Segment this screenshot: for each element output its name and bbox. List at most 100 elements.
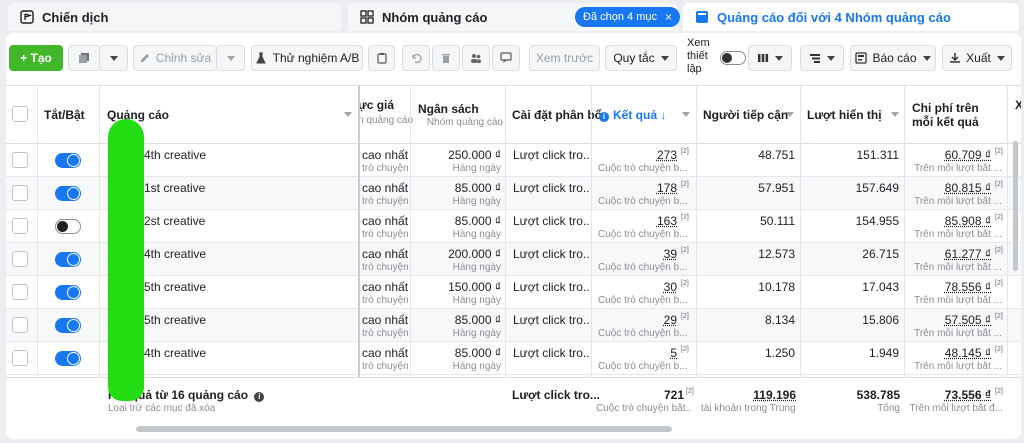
cost-per-result[interactable]: 57.505 ₫ [908,313,991,327]
results-sub: Cuộc trò chuyện b... [598,295,688,306]
ad-toggle-switch[interactable] [55,186,81,201]
ads-panel: + Tạo Chỉnh sửa Thử nghiệm A/B Xem trước… [6,33,1021,439]
ad-name[interactable]: 4th creative [144,148,206,162]
results[interactable]: 163 [598,214,677,228]
col-impressions[interactable]: Lượt hiển thị [807,108,882,122]
row-checkbox[interactable] [12,350,28,366]
columns-icon [758,54,769,62]
table-row[interactable]: 4th creative cao nhất trò chuyện 85.000 ₫ Hà… [6,342,1021,375]
impressions: 1.949 [868,346,899,360]
ad-toggle-switch[interactable] [55,285,81,300]
cost-per-result[interactable]: 61.277 ₫ [908,247,991,261]
budget: 85.000 ₫ [454,181,501,195]
edit-dropdown[interactable] [216,45,245,71]
reports-button[interactable]: Báo cáo [850,45,936,71]
divider [410,86,411,376]
totals-reach[interactable]: 119.196 [701,388,796,402]
select-all-checkbox[interactable] [12,106,28,122]
col-delivery[interactable]: Cài đặt phân bổ [512,108,602,122]
cost-per-result[interactable]: 85.908 ₫ [908,214,991,228]
ad-name[interactable]: 4th creative [144,346,206,360]
breakdown-button[interactable] [800,45,844,71]
audience-button[interactable] [462,45,490,71]
row-checkbox[interactable] [12,251,28,267]
bid-strategy-sub: trò chuyện [362,262,409,273]
col-ad[interactable]: Quảng cáo [107,108,169,122]
horizontal-scrollbar[interactable] [136,426,672,432]
close-icon[interactable]: × [665,10,672,24]
row-checkbox[interactable] [12,317,28,333]
row-checkbox[interactable] [12,152,28,168]
columns-button[interactable] [748,45,792,71]
ad-name[interactable]: 1st creative [144,181,205,195]
selection-chip[interactable]: Đã chọn 4 mục × [575,7,680,27]
totals-cost-sub: Trên mỗi lượt bắt đ... [909,403,1003,414]
cost-sub: Trên mỗi lượt bắt ... [914,229,1002,240]
cost-sub: Trên mỗi lượt bắt ... [914,196,1002,207]
col-cost[interactable]: Chi phí trên mỗi kết quả [912,101,998,129]
impressions: 17.043 [862,280,899,294]
edit-button[interactable]: Chỉnh sửa [133,45,217,71]
delete-button[interactable] [432,45,460,71]
table-row[interactable]: 4th creative cao nhất trò chuyện 250.000 ₫ H… [6,144,1021,177]
duplicate-dropdown[interactable] [99,45,128,71]
sort-icon[interactable] [891,112,899,120]
results[interactable]: 273 [598,148,677,162]
rules-button[interactable]: Quy tắc [605,45,677,71]
col-results[interactable]: i Kết quả ↓ [599,108,666,122]
ad-toggle-switch[interactable] [55,318,81,333]
cost-per-result[interactable]: 60.709 ₫ [908,148,991,162]
row-checkbox[interactable] [12,284,28,300]
ab-test-button[interactable]: Thử nghiệm A/B [251,45,363,71]
cost-per-result[interactable]: 48.145 ₫ [908,346,991,360]
col-toggle[interactable]: Tắt/Bật [44,108,85,122]
cost-per-result[interactable]: 80.815 ₫ [908,181,991,195]
info-icon[interactable]: i [254,392,265,402]
ad-toggle-switch[interactable] [55,252,81,267]
ad-toggle-switch[interactable] [55,351,81,366]
tab-ads[interactable]: Quảng cáo đối với 4 Nhóm quảng cáo [683,3,1019,31]
col-bid[interactable]: ực giá [358,98,394,112]
ad-toggle-switch[interactable] [55,153,81,168]
comment-edit-icon [500,52,512,63]
create-button[interactable]: + Tạo [9,45,63,71]
sort-icon[interactable] [682,112,690,120]
reach: 1.250 [764,346,795,360]
results[interactable]: 5 [598,346,677,360]
row-checkbox[interactable] [12,218,28,234]
impressions: 15.806 [862,313,899,327]
export-button[interactable]: Xuất [942,45,1012,71]
chevron-down-icon [660,55,669,61]
duplicate-button[interactable] [68,45,100,71]
table-row[interactable]: 5th creative cao nhất trò chuyện 150.000 ₫ H… [6,276,1021,309]
results[interactable]: 30 [598,280,677,294]
view-setup-toggle[interactable] [720,51,746,65]
tag-button[interactable] [492,45,520,71]
ad-toggle-switch[interactable] [55,219,81,234]
ad-name[interactable]: 2st creative [144,214,205,228]
table-row[interactable]: 5th creative cao nhất trò chuyện 85.000 ₫ Hà… [6,309,1021,342]
ad-name[interactable]: 5th creative [144,313,206,327]
tab-campaigns[interactable]: Chiến dịch [8,3,341,31]
undo-button[interactable] [402,45,430,71]
totals-cost[interactable]: 73.556 ₫ [909,388,991,402]
table-row[interactable]: 1st creative cao nhất trò chuyện 85.000 ₫ Hà… [6,177,1021,210]
col-reach[interactable]: Người tiếp cận [703,108,788,122]
table-row[interactable]: 4th creative cao nhất trò chuyện 200.000 ₫ H… [6,243,1021,276]
preview-button[interactable]: Xem trước [529,45,600,71]
ad-name[interactable]: 5th creative [144,280,206,294]
delivery-setting: Lượt click tro... [513,313,589,327]
results[interactable]: 39 [598,247,677,261]
divider [1007,86,1008,425]
cost-per-result[interactable]: 78.556 ₫ [908,280,991,294]
results[interactable]: 29 [598,313,677,327]
sort-icon[interactable] [786,112,794,120]
vertical-scrollbar[interactable] [1013,141,1018,271]
row-checkbox[interactable] [12,185,28,201]
col-budget[interactable]: Ngân sách [418,102,479,116]
sort-icon[interactable] [344,112,352,120]
clipboard-button[interactable] [368,45,395,71]
results[interactable]: 178 [598,181,677,195]
table-row[interactable]: 2st creative cao nhất trò chuyện 85.000 ₫ Hà… [6,210,1021,243]
ad-name[interactable]: 4th creative [144,247,206,261]
